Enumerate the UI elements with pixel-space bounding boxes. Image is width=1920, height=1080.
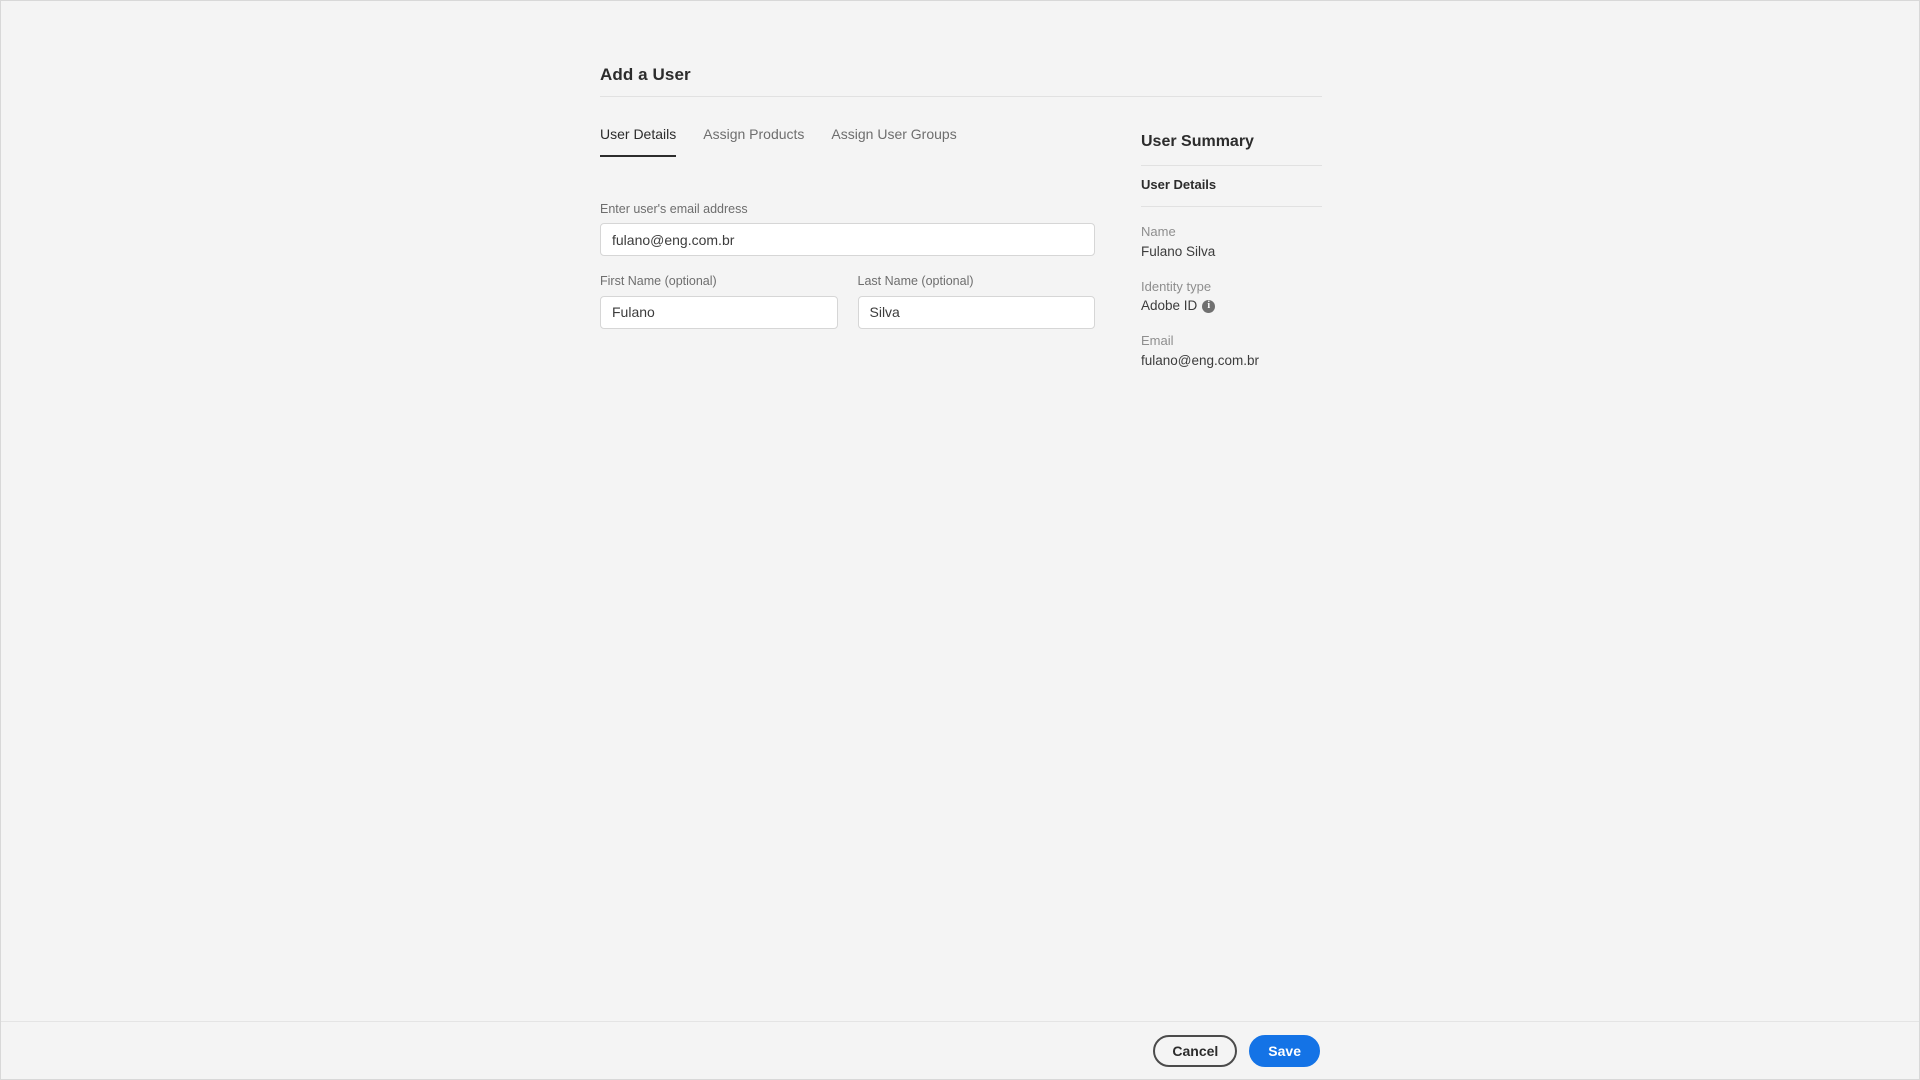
name-row: First Name (optional) Last Name (optiona… [600,273,1095,329]
last-name-field-label: Last Name (optional) [857,274,974,289]
user-details-form: Enter user's email address First Name (o… [600,201,1095,329]
summary-value-identity-type: Adobe ID [1141,298,1198,314]
summary-value-name-wrap: Fulano Silva [1141,242,1322,262]
first-name-field-label: First Name (optional) [600,274,717,289]
page-title: Add a User [600,65,691,84]
summary-row-email: Email fulano@eng.com.br [1141,332,1322,370]
email-field[interactable] [600,223,1095,257]
add-user-dialog: Add a User User Details Assign Products … [0,0,1920,1080]
first-name-field[interactable] [600,295,838,329]
summary-value-email: fulano@eng.com.br [1141,352,1260,368]
summary-value-email-wrap: fulano@eng.com.br [1141,351,1322,371]
user-summary-section-title: User Details [1141,177,1217,193]
save-button[interactable]: Save [1249,1034,1320,1067]
email-field-group: Enter user's email address [600,201,1095,257]
email-field-label: Enter user's email address [600,202,748,216]
summary-value-name: Fulano Silva [1141,244,1216,260]
tab-bar: User Details Assign Products Assign User… [600,126,957,157]
tab-user-details[interactable]: User Details [600,126,677,157]
info-icon[interactable]: i [1202,299,1216,313]
summary-value-identity-type-wrap: Adobe ID i [1141,296,1322,316]
last-name-field[interactable] [857,295,1095,329]
summary-divider-top [1141,165,1322,167]
summary-key-name: Name [1141,224,1176,240]
user-summary-panel: User Summary User Details Name Fulano Si… [1141,132,1322,370]
first-name-field-group: First Name (optional) [600,273,838,329]
dialog-footer: Cancel Save [1,1021,1919,1079]
cancel-button[interactable]: Cancel [1153,1034,1238,1067]
summary-divider-bottom [1141,206,1322,208]
summary-key-email: Email [1141,333,1174,348]
summary-row-name: Name Fulano Silva [1141,223,1322,261]
header-divider [600,96,1322,97]
tab-assign-user-groups[interactable]: Assign User Groups [831,126,956,157]
summary-row-identity-type: Identity type Adobe ID i [1141,278,1322,316]
tab-assign-products[interactable]: Assign Products [703,126,804,157]
last-name-field-group: Last Name (optional) [857,273,1095,329]
summary-key-identity-type: Identity type [1141,278,1212,294]
user-summary-title: User Summary [1141,133,1254,150]
dialog-content: Add a User User Details Assign Products … [1,1,1919,1021]
